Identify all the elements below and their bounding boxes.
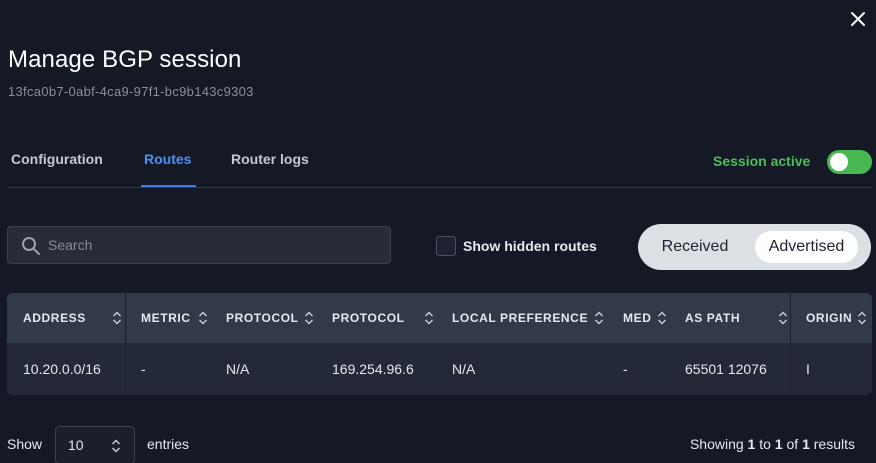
sort-icon[interactable] bbox=[112, 311, 122, 325]
show-hidden-routes-label: Show hidden routes bbox=[463, 238, 597, 254]
results-prefix: Showing bbox=[689, 436, 744, 452]
chevron-up-down-icon bbox=[111, 439, 121, 453]
tab-divider bbox=[8, 187, 872, 188]
session-status-label: Session active bbox=[713, 153, 811, 169]
close-button[interactable] bbox=[846, 7, 870, 31]
tab-bar: Configuration Routes Router logs Session… bbox=[0, 140, 872, 188]
received-option[interactable]: Received bbox=[649, 231, 741, 263]
page-size-value: 10 bbox=[68, 437, 84, 453]
cell-local-preference: N/A bbox=[452, 361, 476, 377]
sort-icon[interactable] bbox=[424, 311, 434, 325]
search-box[interactable] bbox=[7, 226, 391, 264]
results-total: 1 bbox=[802, 436, 810, 452]
column-header-as-path[interactable]: AS PATH bbox=[685, 293, 740, 343]
results-to-word: to bbox=[759, 436, 771, 452]
results-of-word: of bbox=[786, 436, 799, 452]
search-icon bbox=[22, 237, 40, 255]
page-title: Manage BGP session bbox=[8, 46, 242, 73]
cell-origin: I bbox=[806, 361, 810, 377]
cell-med: - bbox=[623, 361, 628, 377]
column-divider bbox=[125, 293, 126, 395]
cell-protocol: N/A bbox=[226, 361, 250, 377]
sort-icon[interactable] bbox=[657, 311, 667, 325]
results-suffix: results bbox=[813, 436, 855, 452]
cell-metric: - bbox=[141, 361, 146, 377]
cell-as-path: 65501 12076 bbox=[685, 361, 767, 377]
show-label: Show bbox=[7, 436, 43, 452]
results-to: 1 bbox=[774, 436, 783, 452]
column-divider bbox=[790, 293, 791, 395]
show-hidden-routes-checkbox[interactable] bbox=[436, 236, 456, 256]
sort-icon[interactable] bbox=[304, 311, 314, 325]
close-icon[interactable] bbox=[846, 7, 870, 31]
column-header-address[interactable]: ADDRESS bbox=[23, 293, 86, 343]
session-toggle[interactable] bbox=[827, 150, 872, 174]
column-header-med[interactable]: MED bbox=[623, 293, 651, 343]
column-header-origin[interactable]: ORIGIN bbox=[806, 293, 852, 343]
sort-icon[interactable] bbox=[594, 311, 604, 325]
routes-table: ADDRESS METRIC PROTOCOL PROTOCOL LOCAL P… bbox=[7, 293, 872, 395]
column-header-local-preference[interactable]: LOCAL PREFERENCE bbox=[452, 293, 588, 343]
results-summary: Showing 1 to 1 of 1 results bbox=[690, 436, 855, 452]
cell-address: 10.20.0.0/16 bbox=[23, 361, 101, 377]
column-header-protocol-2[interactable]: PROTOCOL bbox=[332, 293, 405, 343]
sort-icon[interactable] bbox=[198, 311, 208, 325]
entries-label: entries bbox=[147, 436, 190, 452]
cell-protocol-2: 169.254.96.6 bbox=[332, 361, 414, 377]
tab-routes[interactable]: Routes bbox=[144, 151, 191, 167]
show-hidden-routes[interactable]: Show hidden routes bbox=[436, 236, 597, 256]
page-size-select[interactable]: 10 bbox=[55, 426, 135, 463]
results-from: 1 bbox=[747, 436, 756, 452]
session-id: 13fca0b7-0abf-4ca9-97f1-bc9b143c9303 bbox=[8, 84, 254, 99]
table-header bbox=[7, 293, 872, 343]
search-input[interactable] bbox=[48, 227, 378, 263]
tab-configuration[interactable]: Configuration bbox=[11, 151, 103, 167]
toggle-knob bbox=[830, 153, 848, 171]
column-header-protocol[interactable]: PROTOCOL bbox=[226, 293, 299, 343]
column-header-metric[interactable]: METRIC bbox=[141, 293, 191, 343]
route-direction-switch: Received Advertised bbox=[638, 224, 871, 270]
sort-icon[interactable] bbox=[857, 311, 867, 325]
tab-router-logs[interactable]: Router logs bbox=[231, 151, 309, 167]
advertised-option[interactable]: Advertised bbox=[755, 231, 858, 263]
sort-icon[interactable] bbox=[778, 311, 788, 325]
